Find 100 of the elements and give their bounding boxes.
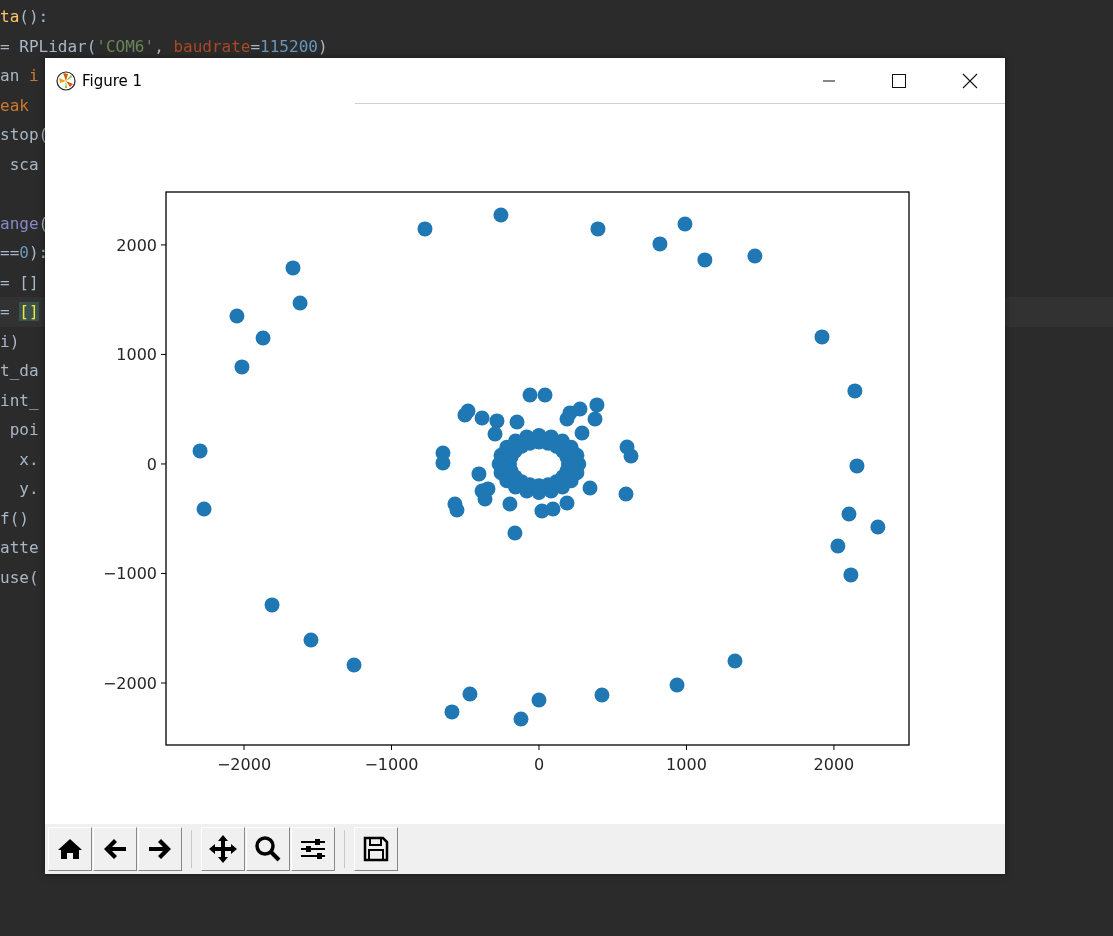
- data-point: [471, 466, 487, 482]
- code-line: int_: [0, 389, 39, 412]
- data-point: [487, 426, 503, 442]
- data-point: [234, 359, 250, 375]
- data-point: [435, 455, 451, 471]
- data-point: [559, 495, 575, 511]
- data-point: [618, 486, 634, 502]
- code-line: ange(: [0, 212, 49, 235]
- tick-mark: [160, 244, 167, 246]
- zoom-button[interactable]: [246, 827, 290, 871]
- y-tick-label: 1000: [116, 345, 157, 365]
- back-button[interactable]: [93, 827, 137, 871]
- x-tick-label: −2000: [216, 755, 272, 774]
- code-line: poi: [8, 419, 39, 441]
- code-line: sca: [8, 153, 39, 176]
- data-point: [747, 248, 763, 264]
- home-button[interactable]: [48, 827, 92, 871]
- code-line: eak: [0, 94, 29, 117]
- window-title: Figure 1: [82, 72, 143, 90]
- data-point: [474, 410, 490, 426]
- data-point: [537, 387, 553, 403]
- data-point: [677, 216, 693, 232]
- move-icon: [207, 833, 239, 865]
- data-point: [264, 597, 280, 613]
- data-point: [587, 411, 603, 427]
- data-point: [502, 496, 518, 512]
- save-button[interactable]: [354, 827, 398, 871]
- code-line: ta():: [0, 6, 49, 28]
- data-point: [522, 387, 538, 403]
- data-point: [727, 653, 743, 669]
- data-point: [513, 711, 529, 727]
- app-icon: [56, 71, 76, 91]
- data-point: [545, 501, 561, 517]
- data-point: [843, 567, 859, 583]
- y-tick-label: 2000: [116, 235, 157, 255]
- data-point: [572, 401, 588, 417]
- data-point: [509, 414, 525, 430]
- settings-button[interactable]: [291, 827, 335, 871]
- pan-button[interactable]: [201, 827, 245, 871]
- data-point: [574, 425, 590, 441]
- tick-mark: [391, 744, 392, 751]
- data-point: [493, 207, 509, 223]
- forward-button[interactable]: [138, 827, 182, 871]
- data-point: [285, 260, 301, 276]
- data-point: [531, 692, 547, 708]
- data-point: [847, 383, 863, 399]
- tick-mark: [160, 682, 167, 684]
- tick-mark: [160, 463, 167, 465]
- y-tick-label: 0: [146, 454, 157, 474]
- code-line: i): [0, 330, 20, 353]
- code-line: = RPLidar('COM6', baudrate=115200): [0, 35, 328, 58]
- code-line: = []: [0, 301, 39, 323]
- data-point: [590, 221, 606, 237]
- search-icon: [253, 834, 283, 864]
- x-tick-label: 2000: [813, 755, 855, 774]
- tick-mark: [538, 744, 540, 751]
- data-point: [830, 538, 846, 554]
- x-tick-label: −1000: [364, 755, 419, 774]
- data-point: [669, 677, 685, 693]
- code-line: = []: [0, 271, 39, 294]
- data-point: [841, 506, 857, 522]
- data-point: [849, 458, 865, 474]
- tick-mark: [243, 744, 245, 751]
- data-point: [589, 397, 605, 413]
- y-tick-label: −2000: [102, 674, 157, 693]
- close-icon[interactable]: [962, 73, 978, 89]
- tick-mark: [160, 573, 167, 574]
- code-line: t_da: [0, 360, 39, 382]
- x-tick-label: 1000: [666, 755, 707, 774]
- data-point: [870, 519, 886, 535]
- data-point: [303, 632, 319, 648]
- data-point: [814, 329, 830, 345]
- data-point: [292, 295, 308, 311]
- data-point: [489, 413, 505, 429]
- data-point: [594, 687, 610, 703]
- maximize-icon[interactable]: [892, 74, 906, 88]
- tick-mark: [833, 744, 835, 751]
- data-point: [697, 252, 713, 268]
- code-line: use(: [0, 566, 39, 589]
- data-point: [652, 236, 668, 252]
- data-point: [346, 657, 362, 673]
- tick-mark: [685, 744, 687, 751]
- y-tick-label: −1000: [102, 564, 157, 584]
- data-point: [449, 502, 465, 518]
- code-line: an i: [0, 65, 39, 87]
- data-point: [229, 308, 245, 324]
- data-point: [507, 525, 523, 541]
- code-line: x.: [18, 448, 39, 471]
- data-point: [623, 448, 639, 464]
- data-point: [192, 443, 208, 459]
- data-point: [462, 686, 478, 702]
- data-point: [559, 411, 575, 427]
- data-point: [255, 330, 271, 346]
- code-line: ==0):: [0, 242, 49, 264]
- tick-mark: [160, 353, 167, 355]
- code-line: atte: [0, 537, 39, 559]
- code-line: f(): [0, 507, 29, 530]
- data-point: [444, 704, 460, 720]
- x-tick-label: 0: [533, 755, 545, 774]
- code-line: stop(: [0, 124, 49, 146]
